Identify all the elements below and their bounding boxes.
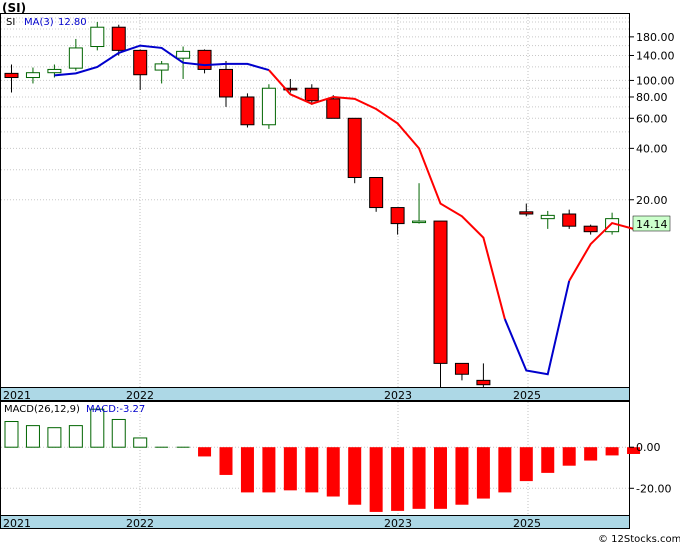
- candle-down: [519, 211, 534, 215]
- price-x-label-2023: 2023: [384, 389, 412, 402]
- price-x-label-2025: 2025: [513, 389, 541, 402]
- macd-x-label-2025: 2025: [513, 517, 541, 530]
- macd-panel: 0.00 -20.00 MACD(26,12,9) MACD:-3.27: [0, 401, 671, 516]
- macd-bar-negative: [348, 447, 362, 505]
- macd-legend-label: MACD(26,12,9): [4, 404, 80, 415]
- last-price-label: 14.14: [636, 218, 668, 231]
- candle-down: [304, 87, 319, 102]
- price-legend-ma-label: MA(3): [24, 17, 54, 28]
- candle-down: [4, 72, 19, 79]
- price-plot-area: [0, 13, 630, 388]
- candle-down: [111, 26, 126, 51]
- price-x-label-2022: 2022: [126, 389, 154, 402]
- macd-bar-negative: [605, 447, 619, 456]
- macd-y-tick-label: 0.00: [636, 441, 661, 454]
- price-panel: 180.00 140.00 100.00 80.00 60.00 40.00 20.00 S…: [0, 13, 675, 388]
- macd-bar-positive: [133, 437, 148, 448]
- candle-down: [476, 379, 491, 386]
- price-y-axis: 180.00 140.00 100.00 80.00 60.00 40.00 20.00: [629, 31, 675, 207]
- macd-x-label-2021: 2021: [3, 517, 31, 530]
- macd-x-axis: 2021 2022 2023 2025: [0, 515, 630, 530]
- price-y-tick-label: 60.00: [636, 112, 668, 125]
- macd-bar-positive: [4, 421, 19, 448]
- macd-bar-negative: [198, 447, 212, 457]
- macd-bar-negative: [562, 447, 576, 466]
- candle-up: [90, 26, 105, 48]
- candle-down: [583, 225, 598, 233]
- price-x-label-2021: 2021: [3, 389, 31, 402]
- macd-bar-positive: [111, 418, 126, 448]
- macd-bar-negative: [584, 447, 598, 461]
- macd-legend-value: MACD:-3.27: [86, 404, 145, 415]
- macd-bar-negative: [434, 447, 447, 509]
- candle-down: [433, 220, 448, 364]
- price-legend-ma-value: 12.80: [58, 17, 87, 28]
- macd-bar-negative: [262, 447, 276, 493]
- price-y-tick-label: 180.00: [636, 31, 675, 44]
- macd-bar-negative: [391, 447, 405, 511]
- price-y-tick-label: 40.00: [636, 142, 668, 155]
- macd-bar-negative: [240, 447, 254, 493]
- candle-up: [25, 72, 40, 79]
- chart-canvas: (SI) 180.00 140.00 100.00 80.00 60.00 40.00 20…: [0, 1, 680, 545]
- macd-y-axis: 0.00 -20.00: [629, 441, 671, 495]
- macd-bar-negative: [455, 447, 469, 505]
- macd-x-label-2023: 2023: [384, 517, 412, 530]
- candle-down: [326, 98, 341, 119]
- candle-down: [347, 117, 362, 179]
- macd-x-label-2022: 2022: [126, 517, 154, 530]
- candle-down: [454, 362, 469, 375]
- candle-down: [369, 177, 384, 209]
- candle-up: [261, 87, 276, 126]
- macd-bar-negative: [326, 447, 340, 497]
- candle-up: [540, 214, 555, 220]
- candle-down: [240, 96, 255, 126]
- candle-up: [176, 50, 191, 59]
- footer-credit: © 12Stocks.com: [598, 534, 680, 545]
- candle-down: [197, 49, 212, 70]
- price-y-tick-label: 100.00: [636, 74, 675, 87]
- macd-bar-negative: [541, 447, 555, 473]
- candle-up: [412, 220, 427, 224]
- price-y-tick-label: 140.00: [636, 49, 675, 62]
- macd-bar-positive: [47, 427, 62, 448]
- macd-bar-negative: [476, 447, 490, 499]
- macd-bar-negative: [283, 447, 297, 491]
- candle-up: [154, 63, 169, 71]
- macd-bar-negative: [498, 447, 512, 493]
- candle-down: [219, 68, 233, 98]
- candle-down: [390, 207, 405, 225]
- candle-up: [47, 68, 62, 74]
- chart-title: (SI): [2, 1, 26, 15]
- price-x-axis: 2021 2022 2023 2025: [0, 387, 630, 402]
- macd-bar-negative: [305, 447, 319, 493]
- candle-up: [68, 47, 83, 69]
- macd-bar-negative: [369, 447, 383, 512]
- price-legend-symbol: SI: [6, 17, 15, 28]
- macd-bar-negative: [412, 447, 426, 509]
- price-y-tick-label: 20.00: [636, 194, 668, 207]
- macd-bar-positive: [25, 425, 40, 448]
- price-y-tick-label: 80.00: [636, 91, 668, 104]
- candle-down: [133, 49, 148, 76]
- macd-y-tick-label: -20.00: [636, 482, 671, 495]
- macd-bar-negative: [219, 447, 233, 475]
- macd-bar-positive: [68, 425, 83, 448]
- candle-down: [562, 213, 577, 227]
- macd-bar-negative: [519, 447, 533, 482]
